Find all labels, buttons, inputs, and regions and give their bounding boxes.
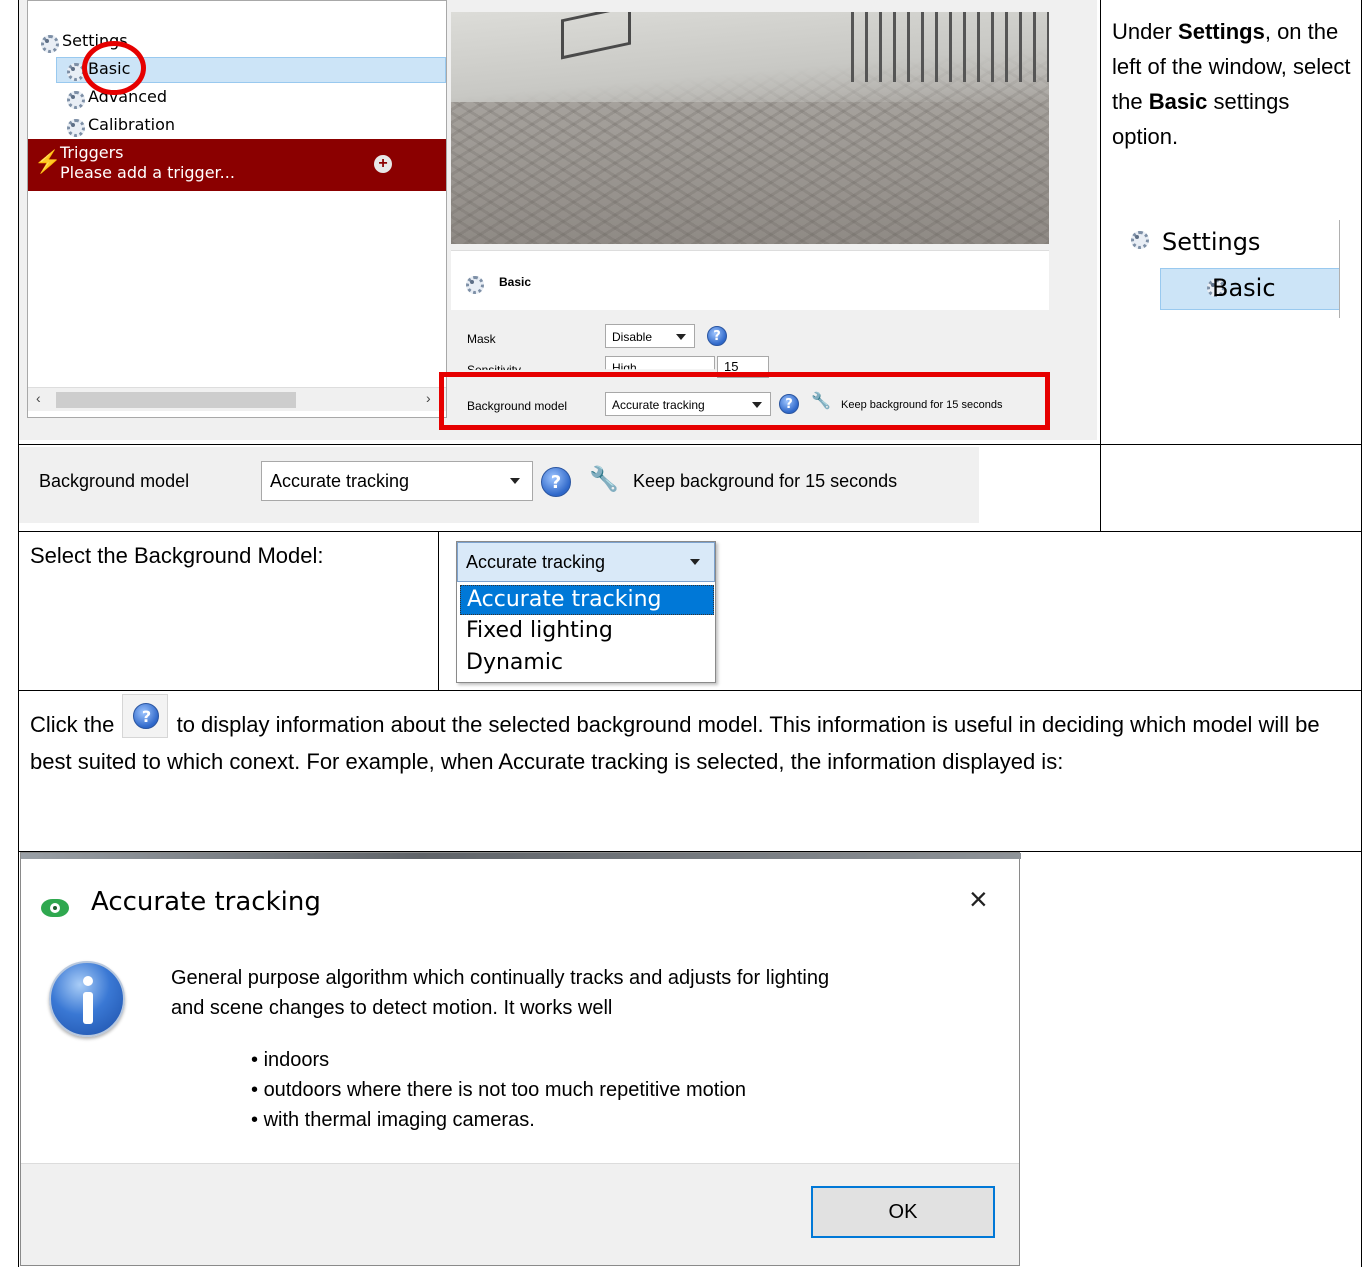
crop-settings-label: Settings — [1162, 228, 1261, 256]
gear-icon — [1128, 228, 1154, 254]
mask-select[interactable]: Disable — [605, 324, 695, 348]
info-dialog: Accurate tracking × General purpose algo… — [20, 852, 1021, 1266]
dialog-line-1: General purpose algorithm which continua… — [171, 967, 830, 989]
dialog-footer: OK — [21, 1163, 1019, 1265]
model-dropdown-value: Accurate tracking — [466, 552, 606, 572]
lightning-icon: ⚡ — [34, 149, 62, 174]
horizontal-scrollbar[interactable]: ‹ › — [28, 387, 446, 411]
dialog-line-2: and scene changes to detect motion. It w… — [171, 997, 613, 1019]
dropdown-option-accurate[interactable]: Accurate tracking — [460, 585, 714, 615]
chevron-down-icon — [690, 559, 700, 565]
triggers-bar[interactable]: ⚡ Triggers Please add a trigger... + — [28, 139, 446, 191]
add-trigger-text: Please add a trigger... — [60, 163, 235, 182]
bullet-icon: • — [251, 1109, 264, 1131]
gear-icon — [64, 88, 85, 109]
bullet-icon: • — [251, 1049, 264, 1071]
info-paragraph: Click the ? to display information about… — [30, 694, 1350, 779]
paragraph-after: to display information about the selecte… — [30, 712, 1320, 774]
ok-button-label: OK — [888, 1201, 918, 1223]
bg-model-strip: Background model Accurate tracking ? 🔧 K… — [19, 447, 979, 523]
gear-icon — [64, 60, 85, 81]
tree-label-calibration: Calibration — [88, 115, 176, 134]
crop-basic-label: Basic — [1212, 274, 1276, 302]
close-icon[interactable]: × — [969, 881, 988, 918]
bullet-text: outdoors where there is not too much rep… — [263, 1079, 747, 1101]
dialog-top-image-strip — [21, 853, 1021, 859]
tree-crop: Settings Basic — [1116, 220, 1340, 318]
tree-item-calibration[interactable]: Calibration — [64, 115, 176, 137]
instruction-basic-bold: Basic — [1148, 89, 1208, 114]
option-label: Dynamic — [466, 650, 564, 675]
scroll-right-icon[interactable]: › — [426, 390, 431, 406]
bullet-icon: • — [251, 1079, 264, 1101]
inline-help-button: ? — [122, 694, 169, 738]
add-trigger-icon[interactable]: + — [374, 155, 392, 173]
bg-strip-label: Background model — [39, 471, 190, 491]
dialog-bullet: • with thermal imaging cameras. — [251, 1109, 535, 1132]
paragraph-before: Click the — [30, 712, 121, 737]
instruction-settings-bold: Settings — [1178, 19, 1265, 44]
scroll-left-icon[interactable]: ‹ — [36, 390, 41, 406]
eye-icon — [41, 899, 69, 917]
chevron-down-icon — [510, 478, 520, 484]
bg-strip-keep-text: Keep background for 15 seconds — [633, 471, 898, 491]
dialog-bullet: • outdoors where there is not too much r… — [251, 1079, 746, 1102]
mask-label: Mask — [467, 332, 496, 346]
gear-icon — [38, 32, 59, 53]
help-icon: ? — [133, 703, 160, 729]
tree-pane: Settings Basic Advanced Calibration ⚡ Tr… — [27, 0, 447, 418]
gear-icon — [463, 273, 487, 297]
option-label: Fixed lighting — [466, 618, 613, 643]
mask-select-value: Disable — [612, 330, 653, 344]
wrench-icon[interactable]: 🔧 — [589, 465, 619, 494]
basic-panel-title: Basic — [499, 275, 532, 289]
dropdown-option-dynamic[interactable]: Dynamic — [460, 649, 714, 679]
bg-strip-select-value: Accurate tracking — [270, 471, 410, 491]
bullet-text: indoors — [263, 1049, 330, 1071]
scroll-thumb[interactable] — [56, 392, 296, 408]
triggers-title: Triggers — [60, 143, 124, 162]
gear-icon — [64, 116, 85, 137]
instruction-text: Under Settings, on the left of the windo… — [1112, 14, 1352, 154]
help-icon[interactable]: ? — [541, 467, 571, 497]
dropdown-option-fixed[interactable]: Fixed lighting — [460, 617, 714, 647]
bg-strip-select[interactable]: Accurate tracking — [261, 461, 533, 501]
option-label: Accurate tracking — [467, 587, 662, 612]
highlight-rectangle — [439, 372, 1050, 430]
highlight-circle — [82, 41, 146, 95]
camera-gate — [851, 12, 1049, 82]
help-icon[interactable]: ? — [707, 326, 727, 346]
info-icon — [49, 961, 125, 1037]
basic-panel-header: Basic — [451, 250, 1049, 310]
chevron-down-icon — [676, 334, 686, 340]
dialog-bullet: • indoors — [251, 1049, 329, 1072]
model-dropdown[interactable]: Accurate tracking Accurate tracking Fixe… — [456, 541, 716, 683]
instruction-part1: Under — [1112, 19, 1179, 44]
bullet-text: with thermal imaging cameras. — [263, 1109, 535, 1131]
select-model-label: Select the Background Model: — [30, 543, 324, 568]
model-dropdown-header[interactable]: Accurate tracking — [457, 542, 715, 582]
dialog-title: Accurate tracking — [91, 887, 321, 917]
camera-preview — [451, 12, 1049, 244]
ok-button[interactable]: OK — [811, 1186, 995, 1238]
